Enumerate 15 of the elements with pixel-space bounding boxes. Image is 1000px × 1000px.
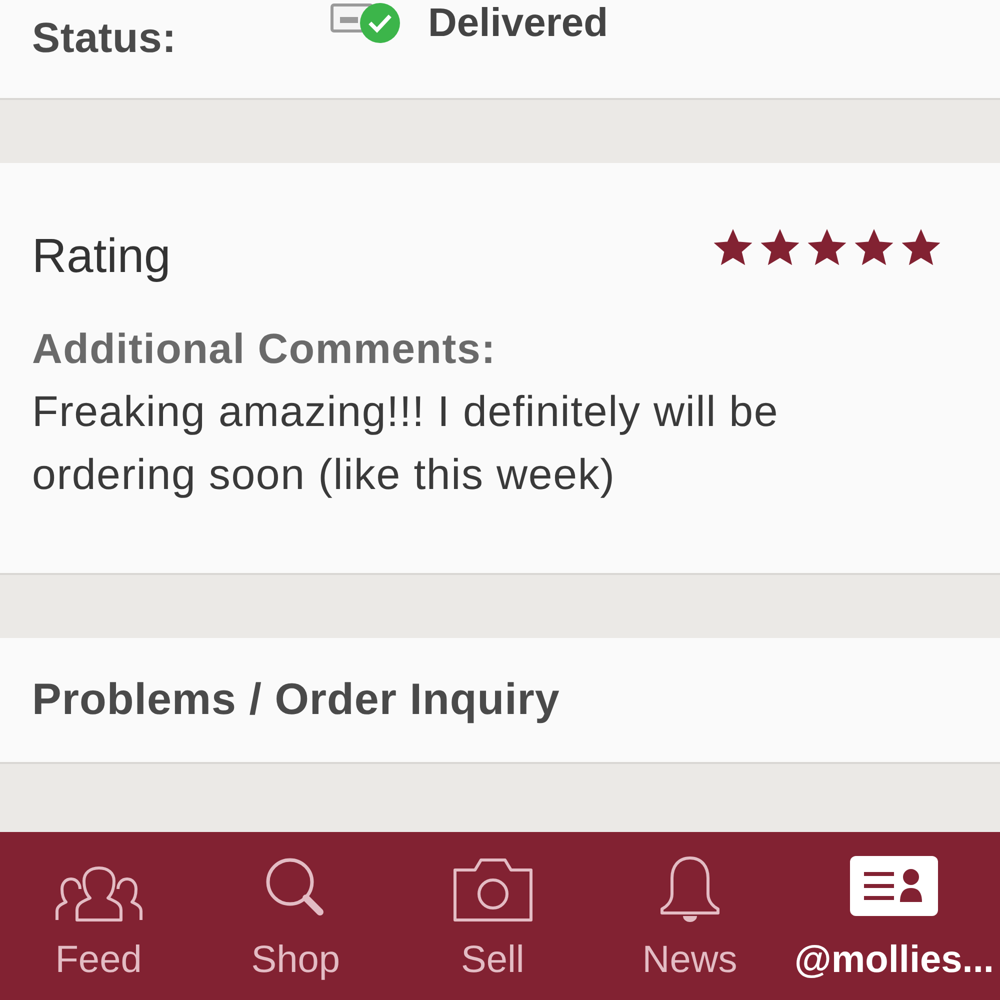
- tab[interactable]: Sell: [394, 832, 592, 1000]
- rating-title: Rating: [32, 229, 171, 285]
- star-icon: [902, 229, 940, 267]
- comments-label: Additional Comments:: [32, 324, 497, 374]
- star-icon: [714, 229, 752, 267]
- star-icon: [855, 229, 893, 267]
- tab[interactable]: @mollies...: [788, 832, 1000, 1000]
- tab[interactable]: Shop: [197, 832, 394, 1000]
- tab[interactable]: Feed: [0, 832, 198, 1000]
- comment-text: Freaking amazing!!! I definitely will be ordering soon (like this week): [32, 387, 780, 501]
- star-icon: [761, 229, 799, 267]
- tab[interactable]: News: [591, 832, 788, 1000]
- status-value: Delivered: [428, 3, 608, 43]
- star-icon: [808, 229, 846, 267]
- status-label: Status:: [32, 14, 176, 62]
